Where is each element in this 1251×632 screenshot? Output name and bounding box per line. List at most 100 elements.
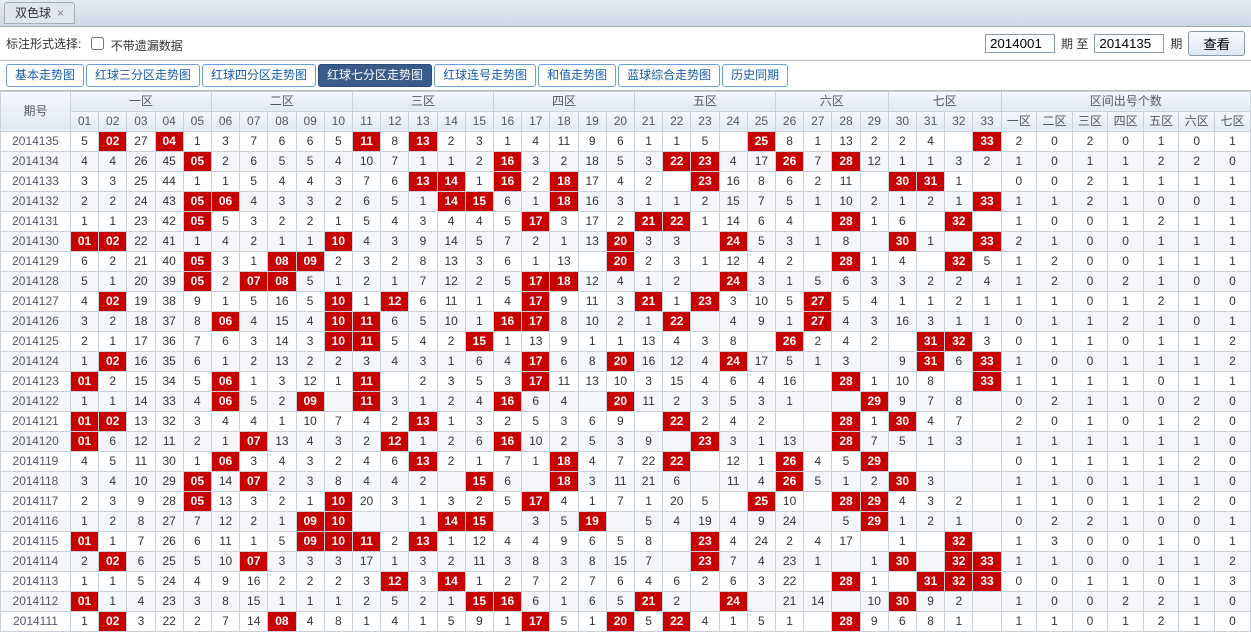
miss-cell: 4 <box>606 171 634 191</box>
miss-cell: 19 <box>127 291 155 311</box>
count-cell: 1 <box>1072 391 1108 411</box>
miss-cell: 8 <box>324 471 352 491</box>
miss-cell: 1 <box>352 611 380 631</box>
miss-cell: 4 <box>493 291 521 311</box>
hit-cell: 30 <box>888 411 916 431</box>
miss-cell: 4 <box>240 311 268 331</box>
subtab-1[interactable]: 红球三分区走势图 <box>86 64 200 86</box>
miss-cell: 8 <box>183 311 211 331</box>
miss-cell: 1 <box>917 231 945 251</box>
miss-cell <box>917 251 945 271</box>
table-row: 2014123012153450613121112353171113103154… <box>1 371 1251 391</box>
miss-cell: 2 <box>409 471 437 491</box>
hit-cell: 06 <box>211 311 239 331</box>
miss-cell: 1 <box>352 291 380 311</box>
num-head: 21 <box>634 111 662 131</box>
miss-cell: 8 <box>409 251 437 271</box>
count-cell: 0 <box>1108 251 1144 271</box>
to-input[interactable] <box>1094 34 1164 53</box>
count-cell: 1 <box>1143 231 1179 251</box>
miss-cell: 2 <box>465 491 493 511</box>
period-cell: 2014115 <box>1 531 71 551</box>
miss-cell <box>804 211 832 231</box>
table-row: 2014130010222411421110439145721132033245… <box>1 231 1251 251</box>
table-row: 2014133332544115443761314116218174223168… <box>1 171 1251 191</box>
hit-cell: 28 <box>832 431 860 451</box>
count-cell: 1 <box>1143 271 1179 291</box>
miss-cell: 6 <box>719 571 747 591</box>
miss-cell: 3 <box>917 471 945 491</box>
miss-cell: 4 <box>522 131 550 151</box>
view-button[interactable]: 查看 <box>1188 31 1245 56</box>
miss-cell <box>973 391 1001 411</box>
miss-cell: 1 <box>409 151 437 171</box>
miss-cell: 1 <box>437 591 465 611</box>
subtab-5[interactable]: 和值走势图 <box>538 64 616 86</box>
subtab-2[interactable]: 红球四分区走势图 <box>202 64 316 86</box>
subtab-3[interactable]: 红球七分区走势图 <box>318 64 432 86</box>
count-cell: 0 <box>1072 471 1108 491</box>
miss-cell: 6 <box>832 271 860 291</box>
miss-cell: 1 <box>99 591 127 611</box>
count-cell: 0 <box>1214 431 1250 451</box>
hit-cell: 21 <box>634 211 662 231</box>
count-cell: 1 <box>1143 171 1179 191</box>
subtab-6[interactable]: 蓝球综合走势图 <box>618 64 720 86</box>
omit-checkbox[interactable]: 不带遗漏数据 <box>87 34 182 53</box>
hit-cell: 22 <box>663 611 691 631</box>
zone-head: 二区 <box>211 91 352 111</box>
miss-cell: 3 <box>381 391 409 411</box>
miss-cell: 8 <box>832 231 860 251</box>
app-tab[interactable]: 双色球× <box>4 2 75 24</box>
miss-cell: 7 <box>606 491 634 511</box>
count-cell: 2 <box>1108 311 1144 331</box>
miss-cell: 45 <box>155 151 183 171</box>
miss-cell: 34 <box>155 371 183 391</box>
miss-cell: 7 <box>719 551 747 571</box>
miss-cell: 8 <box>127 511 155 531</box>
close-icon[interactable]: × <box>57 6 64 20</box>
miss-cell: 4 <box>578 451 606 471</box>
count-cell: 0 <box>1143 371 1179 391</box>
miss-cell: 5 <box>268 151 296 171</box>
miss-cell: 1 <box>860 371 888 391</box>
miss-cell: 6 <box>888 211 916 231</box>
miss-cell: 8 <box>550 311 578 331</box>
hit-cell: 29 <box>860 391 888 411</box>
subtab-0[interactable]: 基本走势图 <box>6 64 84 86</box>
miss-cell: 2 <box>183 431 211 451</box>
hit-cell: 32 <box>945 331 973 351</box>
miss-cell: 1 <box>578 491 606 511</box>
miss-cell: 33 <box>155 391 183 411</box>
miss-cell: 13 <box>578 231 606 251</box>
hit-cell: 26 <box>775 471 803 491</box>
miss-cell: 1 <box>70 391 98 411</box>
count-cell: 0 <box>1143 191 1179 211</box>
miss-cell: 44 <box>155 171 183 191</box>
period-cell: 2014123 <box>1 371 71 391</box>
hit-cell: 08 <box>268 611 296 631</box>
hit-cell: 33 <box>973 551 1001 571</box>
miss-cell: 6 <box>522 591 550 611</box>
miss-cell: 4 <box>240 191 268 211</box>
hit-cell: 12 <box>381 431 409 451</box>
from-input[interactable] <box>985 34 1055 53</box>
count-cell: 1 <box>1001 471 1037 491</box>
zone-head: 四区 <box>493 91 634 111</box>
miss-cell: 7 <box>804 151 832 171</box>
miss-cell: 12 <box>719 451 747 471</box>
subtab-7[interactable]: 历史同期 <box>722 64 788 86</box>
miss-cell: 1 <box>775 611 803 631</box>
miss-cell: 2 <box>860 191 888 211</box>
miss-cell: 1 <box>99 211 127 231</box>
miss-cell: 5 <box>747 611 775 631</box>
miss-cell: 4 <box>663 331 691 351</box>
miss-cell <box>691 591 719 611</box>
miss-cell: 37 <box>155 311 183 331</box>
count-cell: 0 <box>1179 311 1215 331</box>
miss-cell: 2 <box>775 251 803 271</box>
subtab-4[interactable]: 红球连号走势图 <box>434 64 536 86</box>
hit-cell: 11 <box>352 371 380 391</box>
miss-cell: 10 <box>352 151 380 171</box>
period-cell: 2014121 <box>1 411 71 431</box>
